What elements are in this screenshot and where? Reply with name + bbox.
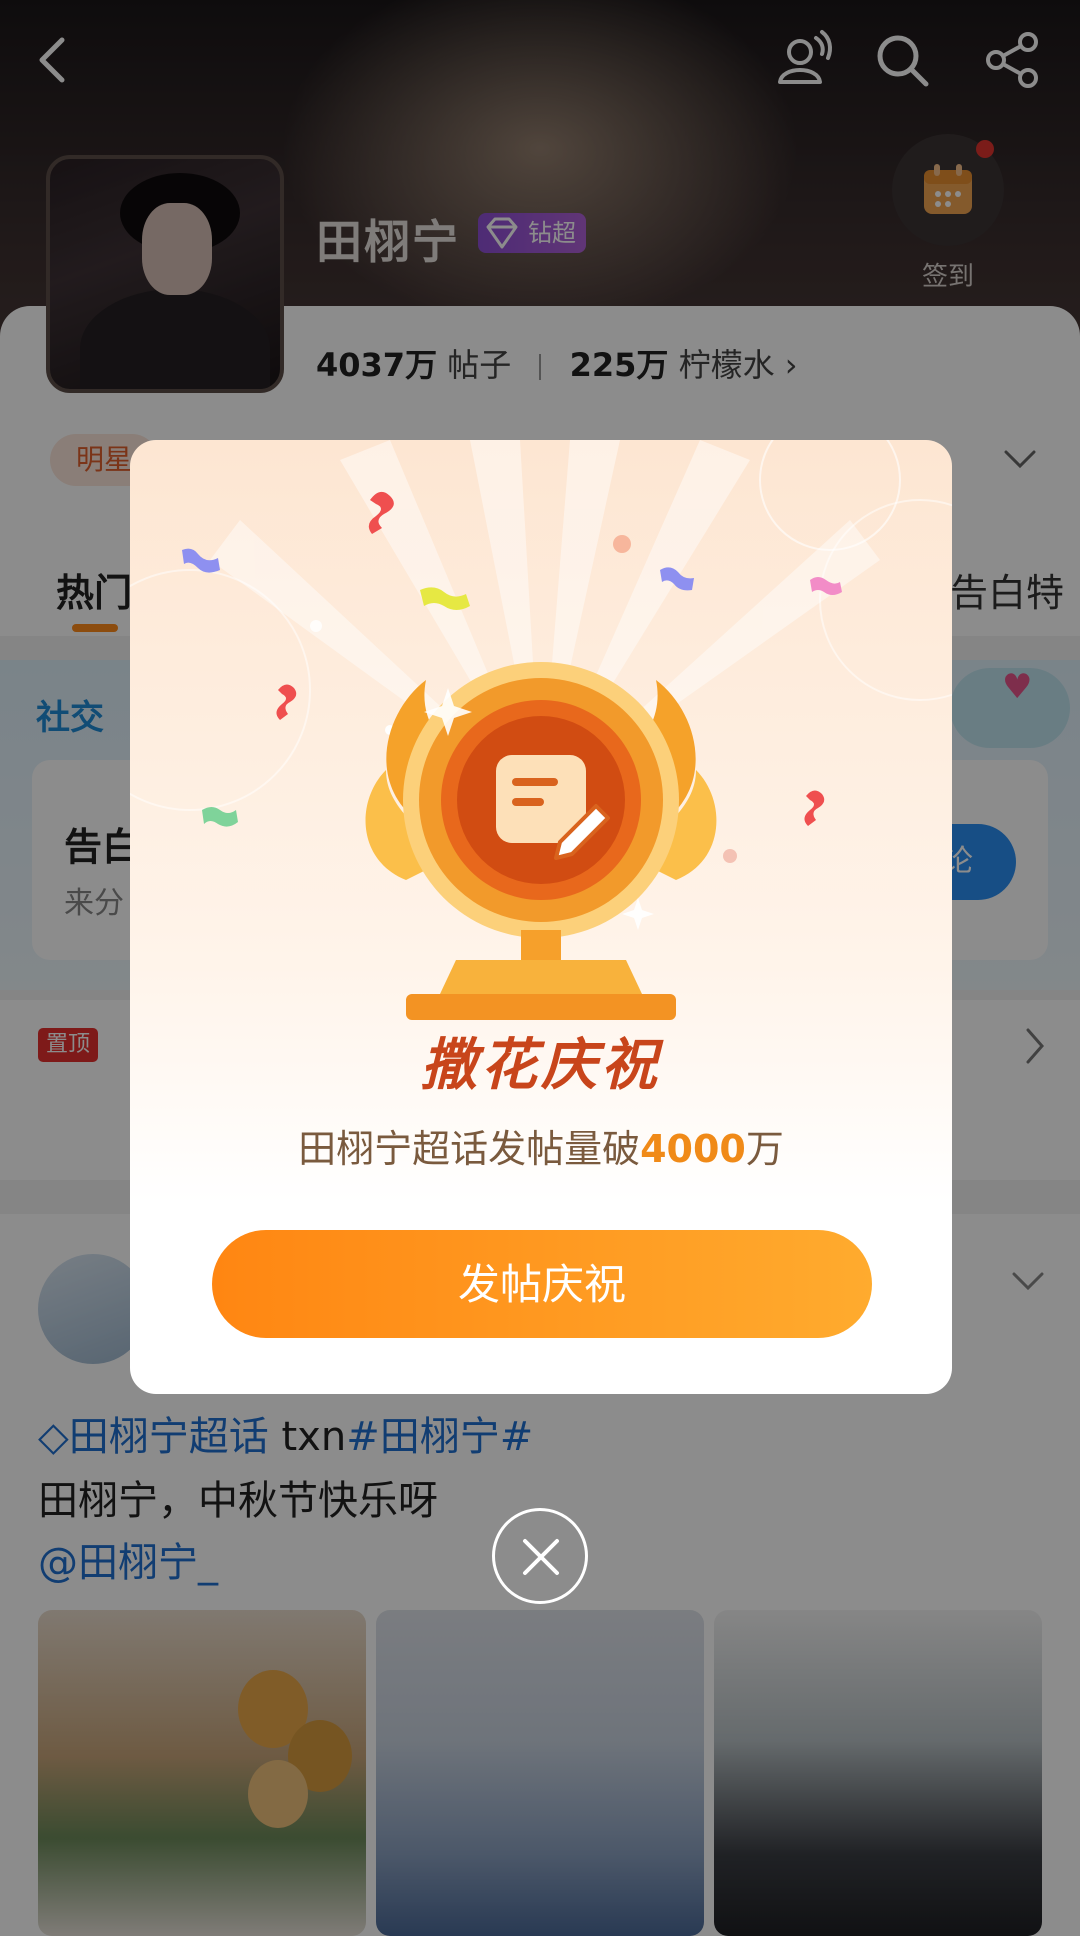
close-modal-button[interactable]	[492, 1508, 588, 1604]
celebration-title: 撒花庆祝	[421, 1033, 661, 1098]
subtitle-suffix: 万	[745, 1127, 784, 1171]
trophy-icon	[365, 662, 717, 1020]
subtitle-prefix: 田栩宁超话发帖量破	[298, 1127, 641, 1171]
celebration-modal: 撒花庆祝 田栩宁超话发帖量破4000万 发帖庆祝	[130, 440, 952, 1394]
celebration-subtitle: 田栩宁超话发帖量破4000万	[130, 1118, 952, 1173]
post-celebrate-button[interactable]: 发帖庆祝	[212, 1230, 872, 1338]
close-icon	[523, 1539, 559, 1575]
subtitle-number: 4000	[640, 1127, 746, 1171]
